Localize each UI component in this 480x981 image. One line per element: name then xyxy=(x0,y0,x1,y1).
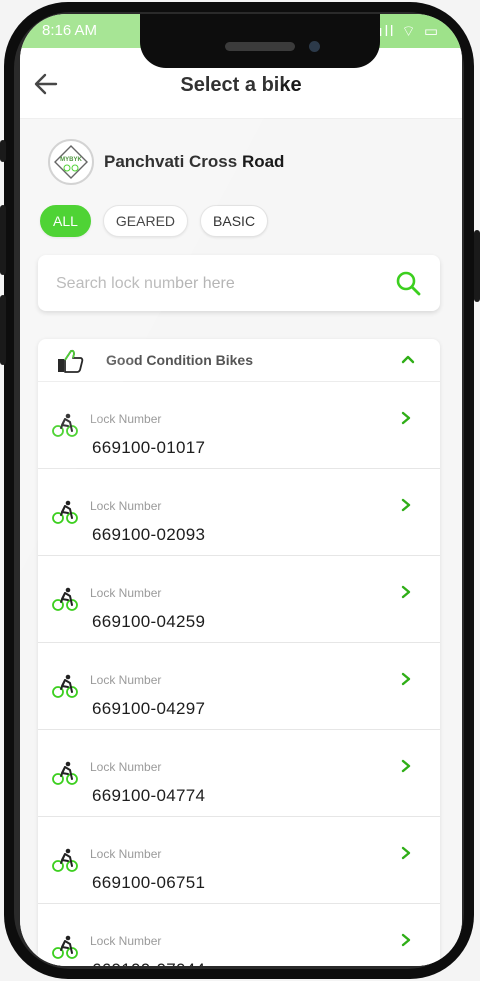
filter-chip-geared[interactable]: GEARED xyxy=(102,205,189,237)
chevron-right-icon[interactable] xyxy=(400,672,412,686)
station-logo: MYBYK xyxy=(48,139,94,185)
lock-number-value: 669100-01017 xyxy=(92,438,206,457)
notch xyxy=(140,14,380,68)
side-button-power xyxy=(474,230,480,302)
bike-list: Good Condition Bikes Lock Number 669100-… xyxy=(38,339,440,966)
section-header[interactable]: Good Condition Bikes xyxy=(38,339,440,382)
bike-row[interactable]: Lock Number 669100-01017 xyxy=(38,382,440,469)
side-button-silent xyxy=(0,140,6,162)
bike-row[interactable]: Lock Number 669100-04259 xyxy=(38,556,440,643)
bike-row[interactable]: Lock Number 669100-06751 xyxy=(38,817,440,904)
page-title: Select a bike xyxy=(180,74,302,96)
side-button-volume-up xyxy=(0,205,6,275)
lock-number-value: 669100-07044 xyxy=(92,960,205,966)
bicycle-icon xyxy=(52,674,78,698)
bike-row[interactable]: Lock Number 669100-04774 xyxy=(38,730,440,817)
chevron-right-icon[interactable] xyxy=(400,411,412,425)
chevron-right-icon[interactable] xyxy=(400,498,412,512)
bicycle-icon xyxy=(52,413,78,437)
chevron-right-icon[interactable] xyxy=(400,933,412,947)
main-content: MYBYK Panchvati Cross Road ALL GEARED BA… xyxy=(20,119,462,966)
station-name: Panchvati Cross Road xyxy=(104,152,285,171)
status-icons: ıll ⌔ ▭ xyxy=(378,23,440,40)
bicycle-icon xyxy=(52,587,78,611)
logo-text: MYBYK xyxy=(60,157,82,163)
lock-number-value: 669100-04297 xyxy=(92,699,206,718)
lock-number-label: Lock Number xyxy=(90,934,162,948)
search-box xyxy=(38,255,440,311)
filter-chips: ALL GEARED BASIC xyxy=(40,205,269,237)
lock-number-value: 669100-04259 xyxy=(92,612,206,631)
bike-rows: Lock Number 669100-01017 Lock Number 669… xyxy=(38,382,440,966)
lock-number-label: Lock Number xyxy=(90,499,162,513)
section-title: Good Condition Bikes xyxy=(106,352,253,368)
chevron-up-icon[interactable] xyxy=(398,349,418,369)
bike-row[interactable]: Lock Number 669100-04297 xyxy=(38,643,440,730)
search-icon[interactable] xyxy=(394,269,422,297)
bicycle-icon xyxy=(52,848,78,872)
status-time: 8:16 AM xyxy=(42,22,98,39)
mybyk-logo: MYBYK xyxy=(54,145,88,179)
filter-chip-basic[interactable]: BASIC xyxy=(200,205,269,237)
lock-number-label: Lock Number xyxy=(90,412,162,426)
lock-number-label: Lock Number xyxy=(90,847,162,861)
station-info: MYBYK Panchvati Cross Road xyxy=(48,139,284,185)
bicycle-icon xyxy=(52,761,78,785)
speaker-grille xyxy=(225,42,295,51)
bike-row[interactable]: Lock Number 669100-07044 xyxy=(38,904,440,966)
chevron-right-icon[interactable] xyxy=(400,585,412,599)
chevron-right-icon[interactable] xyxy=(400,846,412,860)
lock-number-value: 669100-02093 xyxy=(92,525,206,544)
bicycle-icon xyxy=(52,935,78,959)
chevron-right-icon[interactable] xyxy=(400,759,412,773)
lock-number-label: Lock Number xyxy=(90,586,162,600)
search-input[interactable] xyxy=(54,270,378,298)
thumbs-up-icon xyxy=(58,349,84,373)
app-screen: 8:16 AM ıll ⌔ ▭ Select a bike MYBYK Panc… xyxy=(20,14,462,966)
bike-row[interactable]: Lock Number 669100-02093 xyxy=(38,469,440,556)
side-button-volume-down xyxy=(0,295,6,365)
front-camera xyxy=(309,41,320,52)
lock-number-value: 669100-04774 xyxy=(92,786,206,805)
lock-number-value: 669100-06751 xyxy=(92,873,206,892)
bicycle-icon xyxy=(52,500,78,524)
lock-number-label: Lock Number xyxy=(90,673,162,687)
lock-number-label: Lock Number xyxy=(90,760,162,774)
filter-chip-all[interactable]: ALL xyxy=(40,205,91,237)
